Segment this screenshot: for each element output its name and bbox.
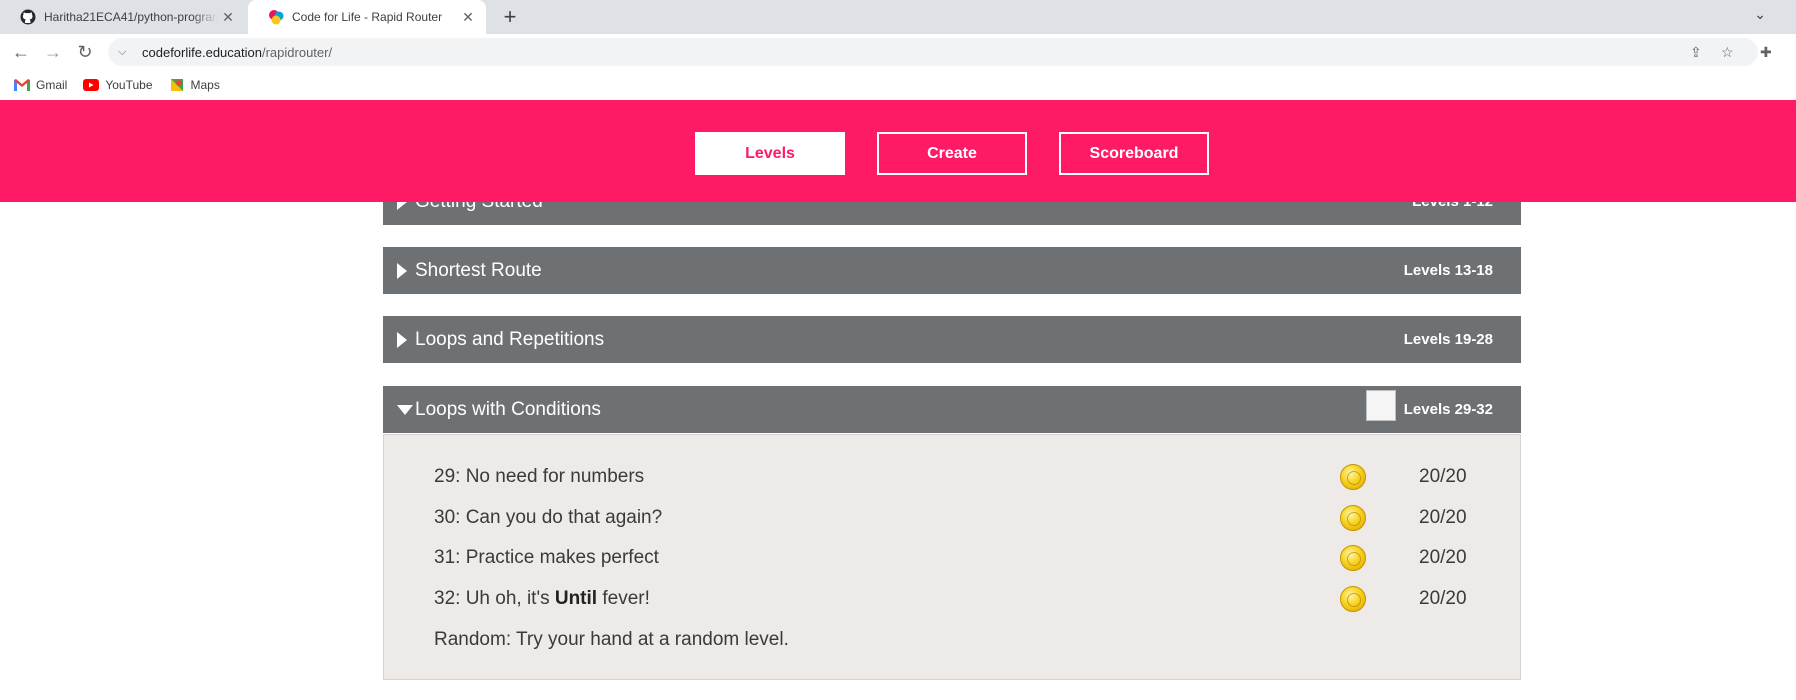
random-level-row[interactable]: Random: Try your hand at a random level.	[434, 625, 1484, 655]
reload-icon[interactable]: ↻	[74, 41, 96, 63]
extensions-puzzle-icon[interactable]: ✚	[1760, 44, 1772, 61]
bookmark-maps[interactable]: Maps	[169, 78, 220, 92]
url-text: codeforlife.education/rapidrouter/	[142, 44, 333, 60]
level-score: 20/20	[1419, 507, 1467, 528]
levels-button[interactable]: Levels	[695, 132, 845, 175]
level-row-31[interactable]: 31: Practice makes perfect 20/20	[434, 543, 1484, 573]
tab-close-icon[interactable]: ✕	[458, 9, 478, 26]
browser-tabstrip: Haritha21ECA41/python-program ✕ Code for…	[0, 0, 1796, 34]
share-icon[interactable]: ⇪	[1690, 44, 1702, 61]
new-tab-button[interactable]: +	[497, 4, 523, 30]
gold-coin-icon	[1340, 464, 1366, 490]
episode-header-loops-and-repetitions[interactable]: Loops and Repetitions Levels 19-28	[383, 316, 1521, 363]
caret-right-icon	[397, 332, 407, 348]
bookmark-label: YouTube	[105, 78, 153, 92]
bookmarks-bar: Gmail YouTube Maps	[0, 70, 1796, 100]
caret-right-icon	[397, 263, 407, 279]
level-score: 20/20	[1419, 547, 1467, 568]
github-icon	[20, 9, 36, 25]
tab-title: Haritha21ECA41/python-program	[44, 10, 218, 24]
level-link[interactable]: 31: Practice makes perfect	[434, 547, 659, 569]
level-link[interactable]: 32: Uh oh, it's Until fever!	[434, 588, 650, 610]
bookmark-gmail[interactable]: Gmail	[14, 78, 67, 92]
episode-header-shortest-route[interactable]: Shortest Route Levels 13-18	[383, 247, 1521, 294]
tab-close-icon[interactable]: ✕	[218, 9, 238, 26]
site-info-icon[interactable]: ⌵	[118, 46, 136, 59]
level-score: 20/20	[1419, 588, 1467, 609]
top-navigation-bar: Levels Create Scoreboard	[0, 100, 1796, 202]
maps-icon	[170, 79, 183, 91]
episode-title: Loops with Conditions	[415, 399, 601, 420]
address-bar[interactable]: ⌵ codeforlife.education/rapidrouter/	[108, 38, 1758, 66]
browser-tab-rapid-router[interactable]: Code for Life - Rapid Router ✕	[248, 0, 486, 34]
youtube-icon	[83, 79, 100, 91]
bookmark-star-icon[interactable]: ☆	[1721, 44, 1734, 61]
episode-range: Levels 19-28	[1403, 331, 1493, 348]
gold-coin-icon	[1340, 505, 1366, 531]
broken-image-icon	[1366, 390, 1396, 421]
create-button[interactable]: Create	[877, 132, 1027, 175]
codeforlife-icon	[269, 10, 284, 25]
bookmark-label: Maps	[190, 78, 220, 92]
level-row-30[interactable]: 30: Can you do that again? 20/20	[434, 503, 1484, 533]
browser-tab-github[interactable]: Haritha21ECA41/python-program ✕	[0, 0, 246, 34]
back-arrow-icon[interactable]: ←	[10, 41, 32, 63]
episode-header-loops-with-conditions[interactable]: Loops with Conditions Levels 29-32	[383, 386, 1521, 433]
browser-toolbar: ← → ↻ ⌵ codeforlife.education/rapidroute…	[0, 34, 1796, 70]
bookmark-label: Gmail	[36, 78, 68, 92]
page-content: Getting Started Levels 1-12 Shortest Rou…	[0, 100, 1796, 700]
level-link[interactable]: 30: Can you do that again?	[434, 507, 662, 529]
scoreboard-button[interactable]: Scoreboard	[1059, 132, 1209, 175]
tab-title: Code for Life - Rapid Router	[292, 10, 443, 24]
caret-down-icon	[397, 405, 413, 415]
level-row-32[interactable]: 32: Uh oh, it's Until fever! 20/20	[434, 584, 1484, 614]
random-level-link[interactable]: Random: Try your hand at a random level.	[434, 629, 789, 651]
level-score: 20/20	[1419, 466, 1467, 487]
level-link[interactable]: 29: No need for numbers	[434, 466, 644, 488]
level-row-29[interactable]: 29: No need for numbers 20/20	[434, 462, 1484, 492]
episode-title: Loops and Repetitions	[415, 329, 605, 350]
episode-range: Levels 13-18	[1403, 262, 1493, 279]
levels-panel: 29: No need for numbers 20/20 30: Can yo…	[383, 434, 1521, 680]
gold-coin-icon	[1340, 545, 1366, 571]
level-keyword: Until	[554, 588, 598, 609]
tab-search-chevron-icon[interactable]: ⌄	[1754, 6, 1766, 23]
gold-coin-icon	[1340, 586, 1366, 612]
forward-arrow-icon[interactable]: →	[42, 41, 64, 63]
episode-title: Shortest Route	[415, 260, 542, 281]
gmail-icon	[14, 79, 30, 91]
episode-range: Levels 29-32	[1403, 401, 1493, 418]
bookmark-youtube[interactable]: YouTube	[83, 78, 153, 92]
